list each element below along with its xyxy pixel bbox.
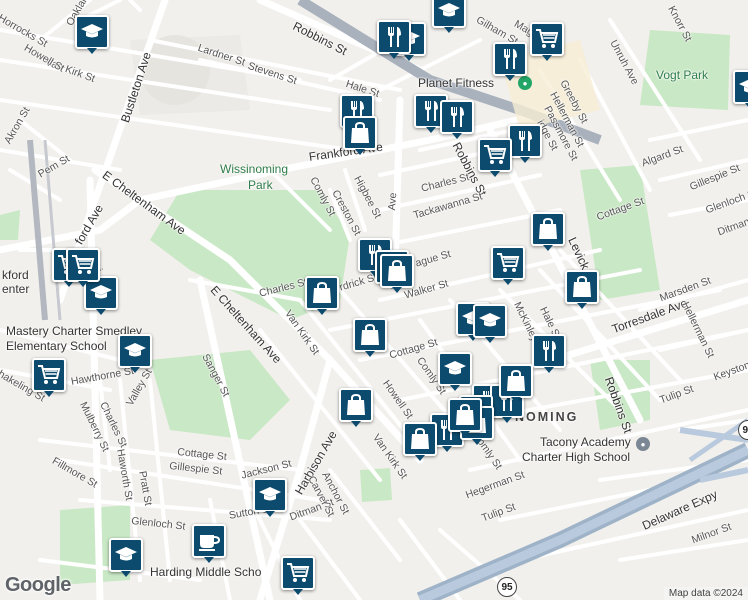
street-label-ave: Ave [386,192,400,211]
frankford-center-label: kford [2,268,29,282]
shopping-bag-icon [385,259,409,283]
shopping-bag-icon [536,217,560,241]
graduation-cap-icon [114,543,138,567]
school-marker[interactable] [733,70,748,109]
coffee-cup-icon [197,529,221,553]
shopping-marker[interactable] [565,270,599,309]
graduation-cap-icon [80,20,104,44]
graduation-cap-icon [89,281,113,305]
wissinoming-park-label: Wissinoming [220,162,289,176]
shopping-bag-icon [348,121,372,145]
grocery-marker[interactable] [66,248,100,287]
shopping-bag-icon [453,403,477,427]
school-marker[interactable] [118,334,152,373]
grocery-marker[interactable] [281,556,315,595]
shopping-bag-icon [408,427,432,451]
shopping-marker[interactable] [353,318,387,357]
shopping-marker[interactable] [403,422,437,461]
fork-knife-icon [445,105,469,129]
school-marker[interactable] [473,304,507,343]
frankford-center-label-2: enter [2,282,30,296]
tacony-academy-label-2[interactable]: Charter High School [522,450,630,464]
planet-fitness-label[interactable]: Planet Fitness [418,76,494,90]
school-marker[interactable] [438,352,472,391]
shopping-cart-icon [37,363,61,387]
shopping-marker[interactable] [448,398,482,437]
shopping-marker[interactable] [339,388,373,427]
shopping-marker[interactable] [305,276,339,315]
shopping-cart-icon [71,253,95,277]
shopping-marker[interactable] [343,116,377,155]
fork-knife-icon [537,339,561,363]
graduation-cap-icon [738,75,748,99]
graduation-cap-icon [437,0,461,23]
map-canvas[interactable]: Wissinoming Park Vogt Park Planet Fitnes… [0,0,748,600]
school-marker[interactable] [253,478,287,517]
restaurant-marker[interactable] [440,100,474,139]
shopping-cart-icon [535,27,559,51]
fork-knife-icon [513,129,537,153]
graduation-cap-icon [478,309,502,333]
tacony-academy-label[interactable]: Tacony Academy [540,435,631,449]
cafe-marker[interactable] [192,524,226,563]
school-marker[interactable] [109,538,143,577]
harding-middle-school-label[interactable]: Harding Middle Scho [150,565,261,579]
wissinoming-park-label-2: Park [248,178,273,192]
park-area-west [0,210,20,240]
fork-knife-icon [382,25,406,49]
neighborhood-label: NOMING [515,410,579,424]
shopping-cart-icon [286,561,310,585]
restaurant-marker[interactable] [532,334,566,373]
grocery-marker[interactable] [530,22,564,61]
graduation-cap-icon [258,483,282,507]
shopping-cart-icon [496,251,520,275]
shopping-bag-icon [344,393,368,417]
fitness-poi-icon[interactable]: ● [518,76,532,90]
fork-knife-icon [498,47,522,71]
shopping-bag-icon [358,323,382,347]
shopping-bag-icon [504,369,528,393]
north-ave-road [391,96,404,274]
google-logo: Google [5,574,71,596]
grocery-marker[interactable] [478,138,512,177]
shopping-bag-icon [570,275,594,299]
grocery-marker[interactable] [491,246,525,285]
restaurant-marker[interactable] [493,42,527,81]
shopping-marker[interactable] [531,212,565,251]
grocery-marker[interactable] [32,358,66,397]
school-marker[interactable] [75,15,109,54]
shopping-marker[interactable] [499,364,533,403]
map-attribution[interactable]: Map data ©2024 [663,587,748,600]
shopping-bag-icon [310,281,334,305]
graduation-cap-icon [123,339,147,363]
mastery-charter-label-2[interactable]: Elementary School [6,339,107,353]
shopping-cart-icon [483,143,507,167]
school-marker[interactable] [432,0,466,33]
school-poi-icon[interactable]: ● [636,437,650,451]
shopping-marker[interactable] [380,254,414,293]
interstate-95-shield-2: 95 [497,577,517,597]
restaurant-marker[interactable] [508,124,542,163]
graduation-cap-icon [443,357,467,381]
restaurant-marker[interactable] [377,20,411,59]
vogt-park-label: Vogt Park [656,68,709,82]
